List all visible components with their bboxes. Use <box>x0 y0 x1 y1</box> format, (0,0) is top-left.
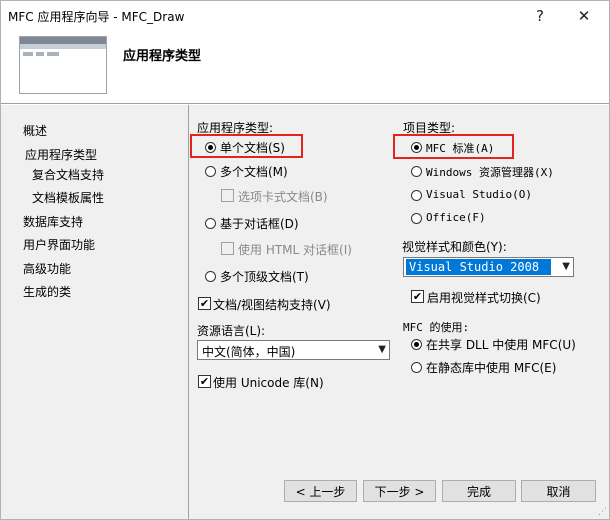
tabbed-docs-checkbox[interactable] <box>221 189 234 202</box>
visual-studio-label[interactable]: Visual Studio(O) <box>426 188 532 201</box>
doc-view-checkbox[interactable]: ✔ <box>198 297 211 310</box>
resource-language-dropdown[interactable]: 中文(简体，中国) ▼ <box>197 340 390 360</box>
single-doc-radio[interactable] <box>205 142 216 153</box>
next-button[interactable]: 下一步 > <box>363 480 436 502</box>
nav-panel: 概述 应用程序类型 复合文档支持 文档模板属性 数据库支持 用户界面功能 高级功… <box>1 105 188 519</box>
style-switch-checkbox[interactable]: ✔ <box>411 290 424 303</box>
mfc-usage-label: MFC 的使用: <box>403 321 470 334</box>
cancel-button[interactable]: 取消 <box>521 480 596 502</box>
chevron-down-icon: ▼ <box>378 344 386 355</box>
prev-button[interactable]: < 上一步 <box>284 480 357 502</box>
finish-button[interactable]: 完成 <box>442 480 516 502</box>
mfc-standard-radio[interactable] <box>411 142 422 153</box>
window-title: MFC 应用程序向导 - MFC_Draw <box>8 10 185 24</box>
office-radio[interactable] <box>411 213 422 224</box>
html-dialog-checkbox[interactable] <box>221 242 234 255</box>
html-dialog-label[interactable]: 使用 HTML 对话框(I) <box>238 241 352 258</box>
static-lib-radio[interactable] <box>411 362 422 373</box>
wizard-header: 应用程序类型 <box>1 31 609 103</box>
app-thumbnail-image <box>19 36 107 94</box>
dialog-based-label[interactable]: 基于对话框(D) <box>220 215 299 232</box>
static-lib-label[interactable]: 在静态库中使用 MFC(E) <box>426 359 556 376</box>
windows-explorer-radio[interactable] <box>411 166 422 177</box>
doc-view-label[interactable]: 文档/视图结构支持(V) <box>213 296 331 313</box>
visual-style-value: Visual Studio 2008 <box>406 259 551 275</box>
office-label[interactable]: Office(F) <box>426 211 486 224</box>
nav-item-generated-classes[interactable]: 生成的类 <box>23 283 71 300</box>
nav-item-database[interactable]: 数据库支持 <box>23 213 83 230</box>
nav-item-ui-features[interactable]: 用户界面功能 <box>23 236 95 253</box>
visual-style-dropdown[interactable]: Visual Studio 2008 ▼ <box>403 257 574 277</box>
nav-item-doc-template[interactable]: 文档模板属性 <box>32 189 104 206</box>
wizard-window: MFC 应用程序向导 - MFC_Draw ? ✕ 应用程序类型 概述 应用程序… <box>0 0 610 520</box>
nav-item-compound-doc[interactable]: 复合文档支持 <box>32 166 104 183</box>
nav-item-overview[interactable]: 概述 <box>23 122 47 139</box>
header-divider <box>1 103 609 104</box>
nav-item-app-type[interactable]: 应用程序类型 <box>25 146 97 163</box>
resize-grip-icon[interactable]: ⋰ <box>598 507 607 517</box>
resource-language-label: 资源语言(L): <box>197 324 266 338</box>
windows-explorer-label[interactable]: Windows 资源管理器(X) <box>426 164 554 180</box>
multi-toplevel-radio[interactable] <box>205 271 216 282</box>
single-doc-label[interactable]: 单个文档(S) <box>220 139 285 156</box>
visual-style-label: 视觉样式和颜色(Y): <box>402 240 507 254</box>
close-button[interactable]: ✕ <box>569 1 599 31</box>
visual-studio-radio[interactable] <box>411 190 422 201</box>
unicode-checkbox[interactable]: ✔ <box>198 375 211 388</box>
dialog-based-radio[interactable] <box>205 218 216 229</box>
help-button[interactable]: ? <box>525 1 555 31</box>
mfc-standard-label[interactable]: MFC 标准(A) <box>426 140 494 156</box>
shared-dll-radio[interactable] <box>411 339 422 350</box>
options-panel: 应用程序类型: 单个文档(S) 多个文档(M) 选项卡式文档(B) 基于对话框(… <box>189 105 609 519</box>
multi-toplevel-label[interactable]: 多个顶级文档(T) <box>220 268 309 285</box>
unicode-label[interactable]: 使用 Unicode 库(N) <box>213 374 324 391</box>
tabbed-docs-label[interactable]: 选项卡式文档(B) <box>238 188 328 205</box>
page-title: 应用程序类型 <box>123 49 202 64</box>
resource-language-value: 中文(简体，中国) <box>202 345 296 359</box>
title-bar: MFC 应用程序向导 - MFC_Draw ? ✕ <box>1 1 609 31</box>
chevron-down-icon: ▼ <box>562 261 570 272</box>
shared-dll-label[interactable]: 在共享 DLL 中使用 MFC(U) <box>426 336 576 353</box>
multi-doc-radio[interactable] <box>205 166 216 177</box>
multi-doc-label[interactable]: 多个文档(M) <box>220 163 288 180</box>
style-switch-label[interactable]: 启用视觉样式切换(C) <box>427 289 541 306</box>
nav-item-advanced[interactable]: 高级功能 <box>23 260 71 277</box>
